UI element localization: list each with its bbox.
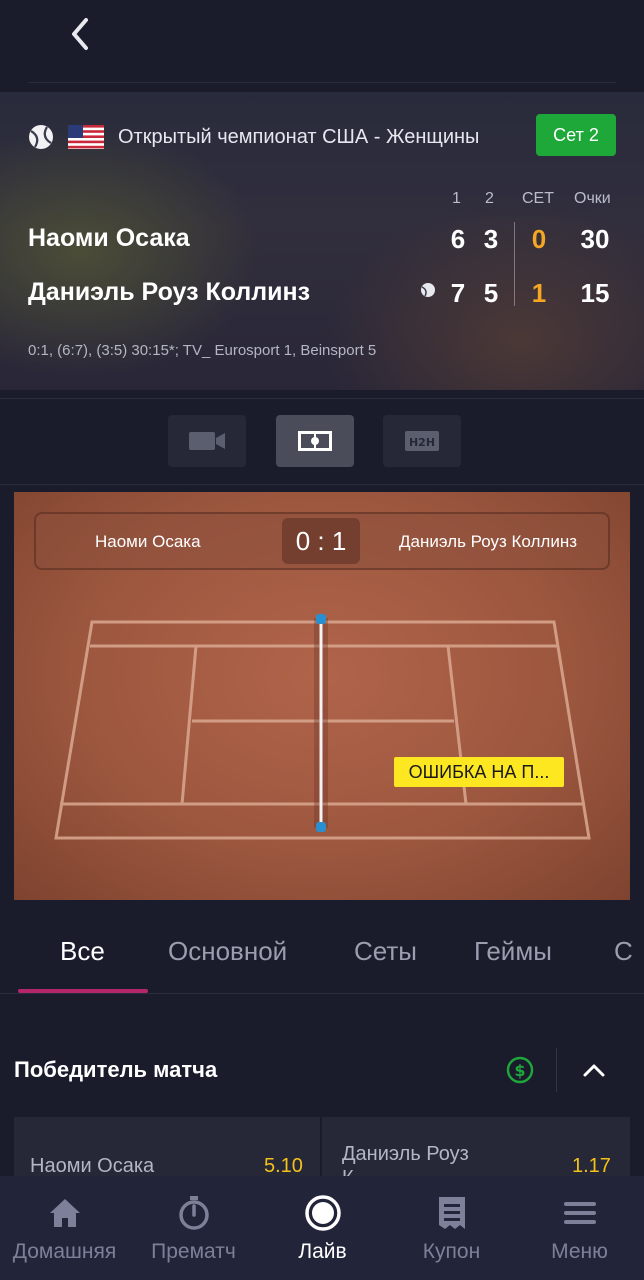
tab-main[interactable]: Основной	[168, 936, 287, 967]
match-info: 0:1, (6:7), (3:5) 30:15*; TV_ Eurosport …	[28, 342, 377, 359]
field-mode-button[interactable]	[276, 415, 354, 467]
serving-ball-icon	[421, 283, 435, 297]
player1-set1: 6	[450, 224, 466, 254]
divider	[0, 398, 644, 399]
chevron-left-icon	[72, 18, 88, 50]
collapse-button[interactable]	[572, 1050, 616, 1090]
svg-text:$: $	[514, 1061, 525, 1080]
nav-label: Купон	[422, 1240, 481, 1263]
player1-sets: 0	[531, 224, 547, 254]
player1-points: 30	[580, 224, 610, 254]
tennis-ball-icon	[29, 125, 53, 149]
odd-player-1[interactable]: Наоми Осака 5.10	[14, 1117, 320, 1177]
tab-sets[interactable]: Сеты	[354, 936, 417, 967]
event-tag: ОШИБКА НА П...	[394, 757, 564, 787]
nav-prematch[interactable]: Прематч	[129, 1176, 258, 1280]
chevron-up-icon	[583, 1064, 605, 1077]
odds-row: Наоми Осака 5.10 Даниэль Роуз К 1.17	[14, 1117, 630, 1177]
nav-label: Меню	[551, 1240, 608, 1263]
back-button[interactable]	[60, 14, 100, 54]
column-header-sets: СЕТ	[522, 190, 554, 207]
nav-coupon[interactable]: Купон	[387, 1176, 516, 1280]
divider	[28, 82, 616, 83]
nav-home[interactable]: Домашняя	[0, 1176, 129, 1280]
live-icon	[304, 1195, 341, 1231]
stopwatch-icon	[178, 1196, 209, 1230]
tournament-name: Открытый чемпионат США - Женщины	[118, 125, 480, 148]
market-tabs: Все Основной Сеты Геймы С	[0, 900, 644, 994]
nav-label: Лайв	[298, 1240, 347, 1263]
divider	[556, 1048, 557, 1092]
nav-live[interactable]: Лайв	[258, 1176, 387, 1280]
player2-points: 15	[580, 278, 610, 308]
player1-set2: 3	[483, 224, 499, 254]
player-name-2: Даниэль Роуз Коллинз	[28, 278, 311, 306]
score-divider	[514, 222, 515, 306]
divider	[0, 993, 644, 994]
nav-label: Прематч	[151, 1240, 236, 1263]
nav-label: Домашняя	[12, 1240, 117, 1263]
set-badge: Сет 2	[536, 114, 616, 156]
video-mode-button[interactable]	[168, 415, 246, 467]
nav-menu[interactable]: Меню	[515, 1176, 644, 1280]
tournament-row: Открытый чемпионат США - Женщины	[28, 122, 479, 152]
top-bar	[0, 0, 644, 84]
tab-more[interactable]: С	[614, 936, 633, 967]
video-camera-icon	[189, 432, 225, 450]
menu-icon	[563, 1202, 596, 1224]
player2-set1: 7	[450, 278, 466, 308]
odd-value: 5.10	[264, 1155, 303, 1177]
field-icon	[298, 431, 332, 451]
market-title: Победитель матча	[14, 1057, 218, 1082]
divider	[0, 484, 644, 485]
usa-flag-icon	[68, 125, 104, 149]
tennis-court-icon	[54, 614, 591, 840]
odd-player-2[interactable]: Даниэль Роуз К 1.17	[322, 1117, 630, 1177]
player-name-1: Наоми Осака	[28, 224, 190, 252]
odd-name: Даниэль Роуз	[342, 1143, 469, 1165]
column-header-set2: 2	[485, 190, 494, 207]
coupon-icon	[438, 1197, 465, 1229]
home-icon	[49, 1199, 80, 1227]
scoreboard-hero: Открытый чемпионат США - Женщины Сет 2 1…	[0, 92, 644, 390]
odd-name: Наоми Осака	[30, 1155, 155, 1177]
player2-set2: 5	[483, 278, 499, 308]
svg-text:H2H: H2H	[409, 436, 435, 449]
h2h-mode-button[interactable]: H2H	[383, 415, 461, 467]
tab-all[interactable]: Все	[60, 936, 105, 967]
player2-sets: 1	[531, 278, 547, 308]
dollar-circle-icon[interactable]: $	[506, 1056, 534, 1084]
tab-games[interactable]: Геймы	[474, 936, 552, 967]
column-header-set1: 1	[452, 190, 461, 207]
court-visualization: Наоми Осака 0 : 1 Даниэль Роуз Коллинз О…	[14, 492, 630, 900]
h2h-icon: H2H	[405, 431, 439, 451]
column-header-points: Очки	[574, 190, 611, 207]
odd-value: 1.17	[572, 1155, 611, 1177]
bottom-nav: Домашняя Прематч Лайв Купон Меню	[0, 1176, 644, 1280]
